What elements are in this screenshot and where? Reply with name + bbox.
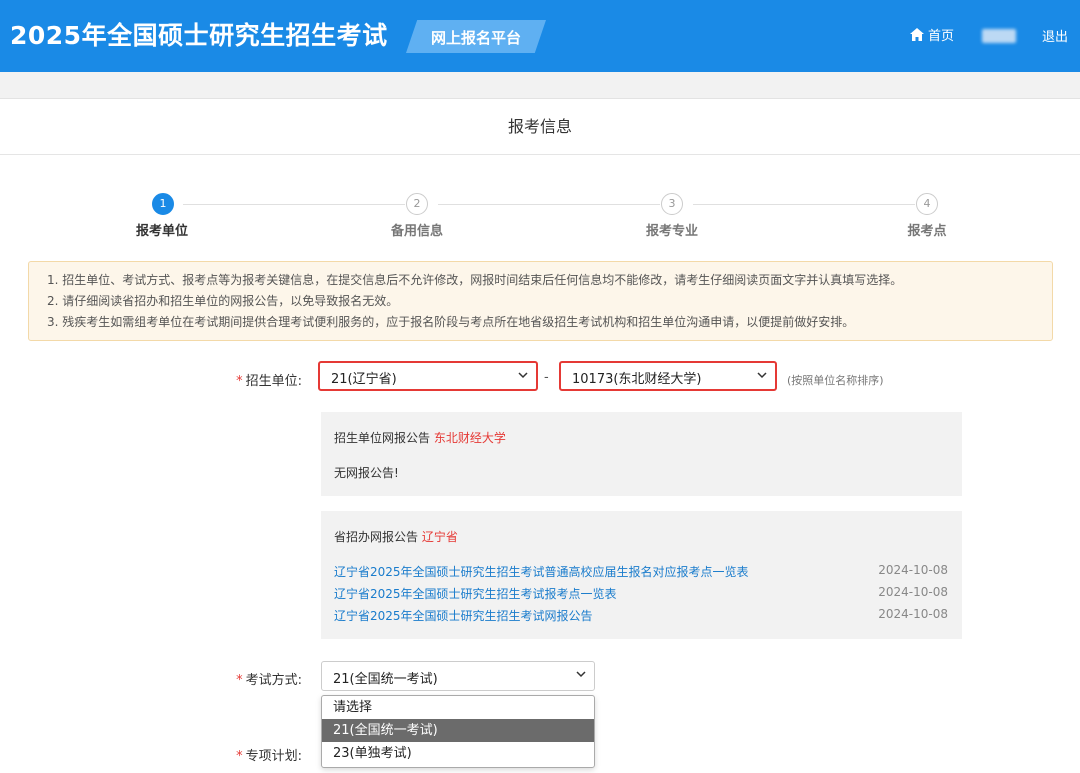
platform-badge: 网上报名平台 — [406, 20, 546, 53]
important-notice: 1. 招生单位、考试方式、报考点等为报考关键信息，在提交信息后不允许修改，网报时… — [28, 261, 1053, 341]
dropdown-option-selected[interactable]: 21(全国统一考试) — [322, 719, 594, 742]
required-mark: * — [236, 374, 243, 389]
step-connector — [438, 204, 660, 205]
home-icon — [910, 28, 924, 41]
notice-line: 1. 招生单位、考试方式、报考点等为报考关键信息，在提交信息后不允许修改，网报时… — [47, 273, 903, 287]
province-select[interactable]: 21(辽宁省) — [318, 361, 538, 391]
step-1-circle: 1 — [152, 193, 174, 215]
unit-notice-box: 招生单位网报公告 东北财经大学 无网报公告! — [321, 412, 962, 496]
select-separator: - — [544, 370, 549, 385]
top-bar: 2025年全国硕士研究生招生考试 网上报名平台 首页 退出 — [0, 0, 1080, 72]
unit-notice-empty: 无网报公告! — [334, 466, 399, 480]
panel-title: 报考信息 — [0, 99, 1080, 155]
notice-link[interactable]: 辽宁省2025年全国硕士研究生招生考试普通高校应届生报名对应报考点一览表 — [334, 563, 749, 580]
step-3-label: 报考专业 — [645, 224, 698, 239]
step-2-circle: 2 — [406, 193, 428, 215]
step-3-circle: 3 — [661, 193, 683, 215]
notice-link[interactable]: 辽宁省2025年全国硕士研究生招生考试网报公告 — [334, 607, 593, 624]
platform-label: 网上报名平台 — [430, 29, 521, 47]
logout-link[interactable]: 退出 — [1042, 26, 1068, 45]
notice-date: 2024-10-08 — [878, 585, 948, 599]
unit-notice-title: 招生单位网报公告 东北财经大学 — [334, 431, 506, 445]
dropdown-option[interactable]: 请选择 — [322, 696, 594, 719]
exam-mode-dropdown: 请选择 21(全国统一考试) 23(单独考试) — [321, 695, 595, 768]
exam-mode-select-value: 21(全国统一考试) — [333, 672, 438, 687]
sort-hint: (按照单位名称排序) — [787, 374, 884, 387]
exam-mode-select[interactable]: 21(全国统一考试) — [321, 661, 595, 691]
province-notice-title: 省招办网报公告 辽宁省 — [334, 530, 458, 544]
notice-date: 2024-10-08 — [878, 607, 948, 621]
notice-date: 2024-10-08 — [878, 563, 948, 577]
step-1-label: 报考单位 — [135, 224, 188, 239]
chevron-down-icon — [757, 372, 767, 379]
province-notice-box: 省招办网报公告 辽宁省 辽宁省2025年全国硕士研究生招生考试普通高校应届生报名… — [321, 511, 962, 639]
home-link[interactable]: 首页 — [910, 25, 954, 44]
required-mark: * — [236, 749, 243, 764]
step-4-label: 报考点 — [907, 224, 947, 239]
step-connector — [693, 204, 915, 205]
step-connector — [183, 204, 405, 205]
site-title: 2025年全国硕士研究生招生考试 — [10, 21, 388, 50]
chevron-down-icon — [576, 671, 586, 678]
province-select-value: 21(辽宁省) — [331, 372, 397, 387]
required-mark: * — [236, 673, 243, 688]
province-notice-org: 辽宁省 — [421, 530, 458, 544]
exam-mode-label: * 考试方式: — [236, 673, 302, 688]
home-label: 首页 — [928, 29, 955, 44]
school-select[interactable]: 10173(东北财经大学) — [559, 361, 777, 391]
user-name-blurred[interactable] — [982, 29, 1016, 43]
school-select-value: 10173(东北财经大学) — [572, 372, 702, 387]
dropdown-option[interactable]: 23(单独考试) — [322, 742, 594, 765]
chevron-down-icon — [518, 372, 528, 379]
notice-link[interactable]: 辽宁省2025年全国硕士研究生招生考试报考点一览表 — [334, 585, 617, 602]
unit-label: * 招生单位: — [236, 374, 302, 389]
notice-line: 3. 残疾考生如需组考单位在考试期间提供合理考试便利服务的，应于报名阶段与考点所… — [47, 315, 855, 329]
special-plan-label: * 专项计划: — [236, 749, 302, 764]
step-2-label: 备用信息 — [390, 224, 443, 239]
notice-line: 2. 请仔细阅读省招办和招生单位的网报公告，以免导致报名无效。 — [47, 294, 399, 308]
unit-notice-org: 东北财经大学 — [433, 431, 506, 445]
step-4-circle: 4 — [916, 193, 938, 215]
